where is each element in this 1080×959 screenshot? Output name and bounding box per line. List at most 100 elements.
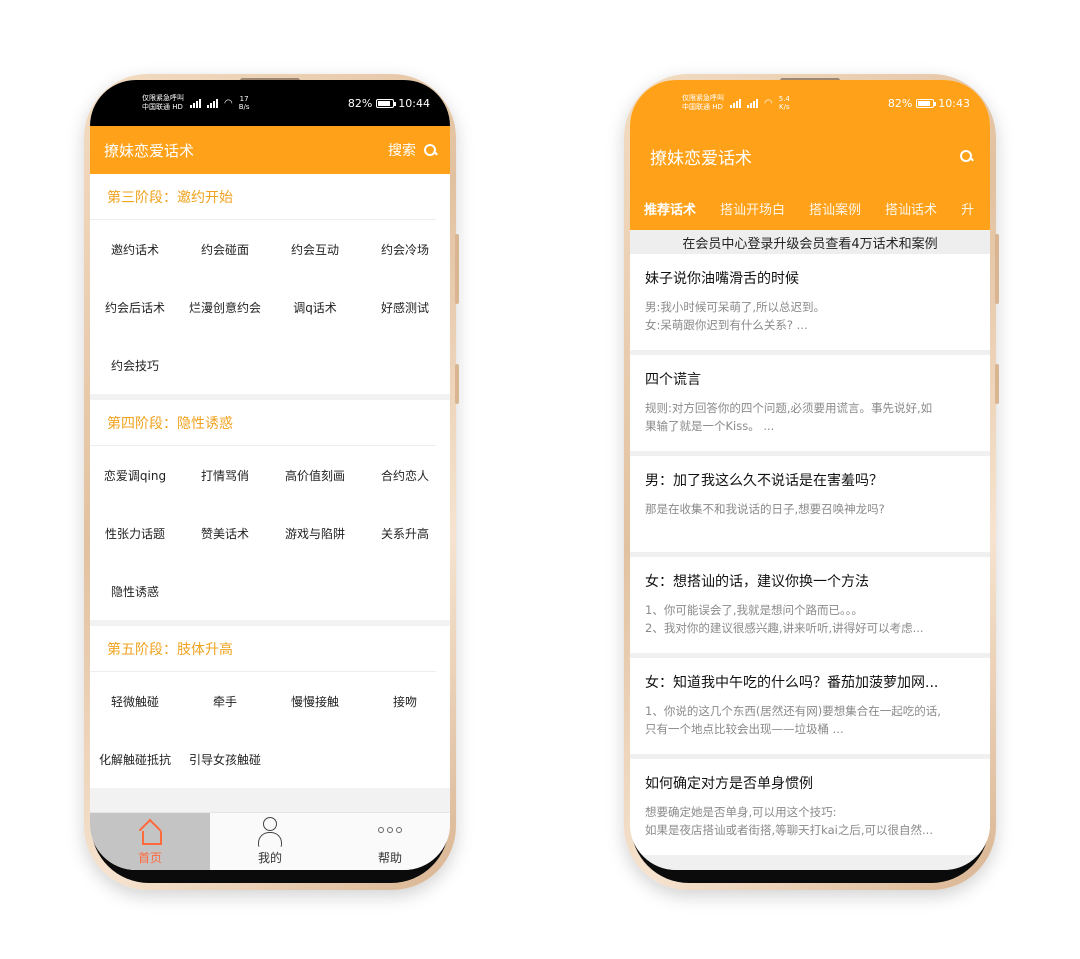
app-title: 撩妹恋爱话术 <box>104 141 195 160</box>
tab-more[interactable]: 升 <box>961 199 974 218</box>
article-line: 想要确定她是否单身,可以用这个技巧: <box>645 805 837 819</box>
article-title: 男：加了我这么久不说话是在害羞吗？ <box>645 473 883 489</box>
volume-button <box>455 234 459 304</box>
topic-item[interactable]: 约会技巧 <box>90 336 180 394</box>
topic-item[interactable]: 化解触碰抵抗 <box>90 730 180 788</box>
carrier-info: 仅限紧急呼叫 中国联通 HD <box>142 94 184 112</box>
signal-group: 仅限紧急呼叫 中国联通 HD ◠ 17 B/s <box>142 94 250 112</box>
carrier-line1: 仅限紧急呼叫 <box>142 94 184 102</box>
topic-item[interactable]: 打情骂俏 <box>180 446 270 504</box>
clock: 10:43 <box>938 96 970 110</box>
topic-item[interactable]: 隐性诱惑 <box>90 562 180 620</box>
carrier-line1: 仅限紧急呼叫 <box>682 94 724 102</box>
article-line: 如果是夜店搭讪或者街搭,等聊天打kai之后,可以很自然... <box>645 823 933 837</box>
topic-item[interactable]: 调q话术 <box>270 278 360 336</box>
search-label: 搜索 <box>388 143 416 159</box>
net-speed: 17 B/s <box>239 95 250 111</box>
article-line: 1、你可能误会了,我就是想问个路而已。。。 <box>645 603 863 617</box>
status-bar: 仅限紧急呼叫 中国联通 HD ◠ 17 B/s 82% 10:44 <box>90 80 450 126</box>
home-icon <box>137 819 163 845</box>
signal-4g-icon <box>747 98 758 108</box>
phone-right: 仅限紧急呼叫 中国联通 HD ◠ 5.4 K/s 82% 10:43 撩妹恋爱话… <box>624 74 999 890</box>
signal-group: 仅限紧急呼叫 中国联通 HD ◠ 5.4 K/s <box>682 94 790 112</box>
tab-help[interactable]: 帮助 <box>330 813 450 870</box>
topic-item[interactable]: 约会冷场 <box>360 220 450 278</box>
tab-cases[interactable]: 搭讪案例 <box>809 199 861 218</box>
stage-title: 第三阶段：邀约开始 <box>90 174 436 220</box>
topic-item[interactable]: 合约恋人 <box>360 446 450 504</box>
topic-item[interactable]: 关系升高 <box>360 504 450 562</box>
article-line: 男:我小时候可呆萌了,所以总迟到。 <box>645 300 826 314</box>
carrier-line2: 中国联通 HD <box>142 103 183 111</box>
article-card[interactable]: 四个谎言 规则:对方回答你的四个问题,必须要用谎言。事先说好,如 果输了就是一个… <box>630 355 990 451</box>
more-dots-icon <box>378 817 402 843</box>
phone-left: 仅限紧急呼叫 中国联通 HD ◠ 17 B/s 82% 10:44 撩妹恋爱话术 <box>84 74 459 890</box>
stage-list[interactable]: 第三阶段：邀约开始 邀约话术 约会碰面 约会互动 约会冷场 约会后话术 烂漫创意… <box>90 174 450 812</box>
battery-percent: 82% <box>347 96 373 110</box>
article-line: 只有一个地点比较会出现——垃圾桶 ... <box>645 722 844 736</box>
screen-right: 仅限紧急呼叫 中国联通 HD ◠ 5.4 K/s 82% 10:43 撩妹恋爱话… <box>630 80 990 870</box>
topic-item[interactable]: 轻微触碰 <box>90 672 180 730</box>
topic-item[interactable]: 游戏与陷阱 <box>270 504 360 562</box>
stage-title: 第四阶段：隐性诱惑 <box>90 400 436 446</box>
app-header: 撩妹恋爱话术 搜索 <box>90 126 450 174</box>
battery-percent: 82% <box>887 96 913 110</box>
net-speed-unit: B/s <box>238 103 250 111</box>
stage-section: 第五阶段：肢体升高 轻微触碰 牵手 慢慢接触 接吻 化解触碰抵抗 引导女孩触碰 <box>90 626 450 788</box>
wifi-icon: ◠ <box>224 97 233 109</box>
topic-grid: 邀约话术 约会碰面 约会互动 约会冷场 约会后话术 烂漫创意约会 调q话术 好感… <box>90 220 450 394</box>
article-list[interactable]: 妹子说你油嘴滑舌的时候 男:我小时候可呆萌了,所以总迟到。 女:呆萌跟你迟到有什… <box>630 254 990 870</box>
topic-item[interactable]: 慢慢接触 <box>270 672 360 730</box>
tab-recommended[interactable]: 推荐话术 <box>644 199 696 218</box>
search-icon[interactable] <box>960 150 972 162</box>
topic-item[interactable]: 约会后话术 <box>90 278 180 336</box>
article-card[interactable]: 女：想搭讪的话，建议你换一个方法 1、你可能误会了,我就是想问个路而已。。。 2… <box>630 557 990 653</box>
tab-pickup-lines[interactable]: 搭讪话术 <box>885 199 937 218</box>
stage-section: 第三阶段：邀约开始 邀约话术 约会碰面 约会互动 约会冷场 约会后话术 烂漫创意… <box>90 174 450 394</box>
battery-group: 82% 10:44 <box>348 97 430 110</box>
topic-item[interactable]: 接吻 <box>360 672 450 730</box>
carrier-info: 仅限紧急呼叫 中国联通 HD <box>682 94 724 112</box>
bottom-tabbar: 首页 我的 帮助 <box>90 812 450 870</box>
article-line: 2、我对你的建议很感兴趣,讲来听听,讲得好可以考虑... <box>645 621 924 635</box>
article-line: 那是在收集不和我说话的日子,想要召唤神龙吗? <box>645 502 885 516</box>
article-card[interactable]: 女：知道我中午吃的什么吗？番茄加菠萝加网... 1、你说的这几个东西(居然还有网… <box>630 658 990 754</box>
tab-home[interactable]: 首页 <box>90 813 210 870</box>
topic-item[interactable]: 邀约话术 <box>90 220 180 278</box>
app-title: 撩妹恋爱话术 <box>650 148 752 169</box>
topic-item[interactable]: 性张力话题 <box>90 504 180 562</box>
net-speed: 5.4 K/s <box>779 95 790 111</box>
article-line: 果输了就是一个Kiss。 ... <box>645 419 775 433</box>
article-card[interactable]: 如何确定对方是否单身惯例 想要确定她是否单身,可以用这个技巧: 如果是夜店搭讪或… <box>630 759 990 855</box>
signal-icon <box>730 98 741 108</box>
topic-item[interactable]: 好感测试 <box>360 278 450 336</box>
category-tabs: 推荐话术 搭讪开场白 搭讪案例 搭讪话术 升 <box>630 186 990 230</box>
topic-item[interactable]: 约会互动 <box>270 220 360 278</box>
topic-item[interactable]: 高价值刻画 <box>270 446 360 504</box>
topic-item[interactable]: 赞美话术 <box>180 504 270 562</box>
carrier-line2: 中国联通 HD <box>682 103 723 111</box>
stage-section: 第四阶段：隐性诱惑 恋爱调qing 打情骂俏 高价值刻画 合约恋人 性张力话题 … <box>90 400 450 620</box>
article-card[interactable]: 男：加了我这么久不说话是在害羞吗？ 那是在收集不和我说话的日子,想要召唤神龙吗? <box>630 456 990 552</box>
member-banner[interactable]: 在会员中心登录升级会员查看4万话术和案例 <box>630 230 990 254</box>
article-line: 规则:对方回答你的四个问题,必须要用谎言。事先说好,如 <box>645 401 933 415</box>
tab-home-label: 首页 <box>137 851 162 865</box>
tab-opening-lines[interactable]: 搭讪开场白 <box>720 199 785 218</box>
tab-help-label: 帮助 <box>377 851 402 865</box>
search-button[interactable]: 搜索 <box>388 140 436 160</box>
topic-item[interactable]: 牵手 <box>180 672 270 730</box>
battery-group: 82% 10:43 <box>888 97 970 110</box>
signal-4g-icon <box>207 98 218 108</box>
clock: 10:44 <box>398 96 430 110</box>
signal-icon <box>190 98 201 108</box>
battery-icon <box>376 98 397 108</box>
volume-button <box>995 234 999 304</box>
power-button <box>995 364 999 404</box>
topic-item[interactable]: 约会碰面 <box>180 220 270 278</box>
article-card[interactable]: 妹子说你油嘴滑舌的时候 男:我小时候可呆萌了,所以总迟到。 女:呆萌跟你迟到有什… <box>630 254 990 350</box>
topic-item[interactable]: 烂漫创意约会 <box>180 278 270 336</box>
screen-left: 仅限紧急呼叫 中国联通 HD ◠ 17 B/s 82% 10:44 撩妹恋爱话术 <box>90 80 450 870</box>
tab-mine[interactable]: 我的 <box>210 813 330 870</box>
topic-item[interactable]: 恋爱调qing <box>90 446 180 504</box>
topic-item[interactable]: 引导女孩触碰 <box>180 730 270 788</box>
